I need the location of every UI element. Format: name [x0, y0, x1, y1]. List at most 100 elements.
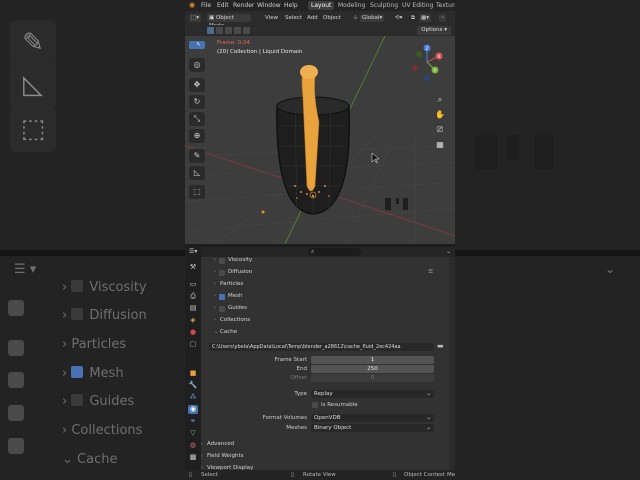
cursor-tool-icon[interactable]: ◎ [189, 58, 205, 72]
collapse-arrow-icon: › [214, 269, 216, 275]
menu-help[interactable]: Help [284, 0, 298, 11]
tab-render-icon[interactable]: ▭ [188, 280, 198, 289]
guides-checkbox[interactable] [219, 306, 225, 312]
gizmo-neg-y-axis[interactable] [416, 51, 422, 57]
tab-physics-icon[interactable]: ◉ [188, 405, 198, 414]
move-tool-icon[interactable]: ✥ [189, 78, 205, 92]
bg-view-layer-icon [8, 405, 24, 421]
blender-logo-icon[interactable]: ◉ [189, 0, 195, 11]
tab-modifiers-icon[interactable]: 🔧 [188, 381, 198, 390]
tab-object-icon[interactable]: ■ [188, 369, 198, 378]
menu-window[interactable]: Window [257, 0, 281, 11]
frame-start-field[interactable]: 1 [311, 356, 434, 364]
scale-tool-icon[interactable]: ⤡ [189, 112, 205, 126]
frame-end-field[interactable]: 250 [311, 365, 434, 373]
panel-collections[interactable]: › Collections [201, 315, 449, 326]
select-menu[interactable]: Select [283, 14, 304, 22]
panel-advanced[interactable]: › Advanced [201, 439, 449, 450]
tab-particles-icon[interactable]: ⁂ [188, 393, 198, 402]
tab-material-icon[interactable]: ◍ [188, 441, 198, 450]
select-mode-invert-icon[interactable] [234, 27, 241, 34]
select-box-tool-icon[interactable]: ↖ [189, 41, 205, 49]
add-menu[interactable]: Add [305, 14, 320, 22]
diffusion-checkbox[interactable] [219, 270, 225, 276]
tab-output-icon[interactable]: ⎙ [188, 292, 198, 301]
gizmo-neg-x-axis[interactable] [412, 65, 418, 71]
tab-layout[interactable]: Layout [308, 1, 335, 10]
object-menu[interactable]: Object [321, 14, 343, 22]
mesh-checkbox[interactable] [219, 294, 225, 300]
panel-guides[interactable]: › Guides [201, 303, 449, 314]
folder-browse-icon[interactable]: ▬ [437, 342, 444, 350]
transform-tool-icon[interactable]: ⊕ [189, 129, 205, 143]
pivot-icon[interactable]: ⟲▾ [393, 14, 404, 22]
3d-viewport[interactable]: Frame: 0.04 (20) Collection | Liquid Dom… [185, 36, 455, 244]
meshes-format-dropdown[interactable]: Binary Object ⌄ [311, 424, 434, 432]
add-cube-tool-icon[interactable]: ⬚ [189, 185, 205, 199]
proportional-edit-icon[interactable]: ◦ [439, 14, 447, 22]
mode-dropdown[interactable]: ▣ Object Mode [207, 14, 251, 29]
snap-icon[interactable]: ⧉ [409, 14, 417, 22]
select-mode-new-icon[interactable] [207, 27, 214, 34]
measure-tool-icon[interactable]: ◺ [189, 166, 205, 180]
navigation-gizmo[interactable]: X Y Z [407, 40, 447, 84]
tab-modeling[interactable]: Modeling [335, 1, 368, 10]
mouse-middle-icon: ▯ [291, 472, 295, 478]
format-volumes-dropdown[interactable]: OpenVDB ⌄ [311, 414, 434, 422]
bg-row-mesh: › Mesh [62, 366, 124, 381]
tab-sculpting[interactable]: Sculpting [367, 1, 401, 10]
cache-type-dropdown[interactable]: Replay ⌄ [311, 390, 434, 398]
properties-scrollbar[interactable] [449, 257, 455, 470]
panel-field-weights[interactable]: › Field Weights [201, 451, 449, 462]
tab-view-layer-icon[interactable]: ▤ [188, 304, 198, 313]
collapse-arrow-icon: › [201, 441, 203, 447]
view-menu[interactable]: View [263, 14, 280, 22]
is-resumable-checkbox[interactable] [312, 402, 318, 408]
transform-orientation-dropdown[interactable]: Global▾ [360, 14, 385, 22]
select-mode-subtract-icon[interactable] [225, 27, 232, 34]
tab-texture[interactable]: Texture [433, 1, 455, 10]
offset-field[interactable]: 0 [311, 374, 434, 382]
annotate-tool-icon[interactable]: ✎ [189, 149, 205, 163]
viscosity-checkbox[interactable] [219, 258, 225, 264]
tab-data-icon[interactable]: ▽ [188, 429, 198, 438]
menu-render[interactable]: Render [233, 0, 254, 11]
collapse-arrow-icon: › [214, 305, 216, 311]
gizmo-neg-z-axis[interactable] [424, 75, 430, 81]
bg-block [507, 135, 519, 160]
zoom-icon[interactable]: ⌕ [434, 94, 446, 106]
transform-orientation-icon[interactable]: ⊹ [351, 14, 360, 22]
meshes-format-label: Meshes [286, 425, 307, 431]
properties-editor-type-icon[interactable]: ☰▾ [189, 247, 197, 257]
format-volumes-label: Format Volumes [262, 415, 307, 421]
camera-view-icon[interactable]: ⎚ [434, 124, 446, 136]
panel-diffusion[interactable]: › Diffusion ☰ [201, 267, 449, 278]
menu-edit[interactable]: Edit [217, 0, 229, 11]
pan-hand-icon[interactable]: ✋ [434, 109, 446, 121]
select-mode-intersect-icon[interactable] [243, 27, 250, 34]
tab-world-icon[interactable]: ● [188, 328, 198, 337]
menu-file[interactable]: File [201, 0, 211, 11]
tab-texture-icon[interactable]: ▩ [188, 453, 198, 462]
panel-cache[interactable]: ⌄ Cache [201, 327, 449, 338]
panel-viscosity[interactable]: › Viscosity [201, 255, 449, 266]
tab-scene-icon[interactable]: ◈ [188, 316, 198, 325]
dropdown-arrow-icon: ⌄ [426, 415, 431, 421]
tab-constraints-icon[interactable]: ⚭ [188, 417, 198, 426]
rotate-tool-icon[interactable]: ↻ [189, 95, 205, 109]
bg-row-viscosity: › Viscosity [62, 280, 147, 295]
cache-directory-field[interactable]: C:\Users\ybela\AppData\Local\Temp\blende… [209, 343, 434, 351]
bg-render-icon [8, 340, 24, 356]
expand-arrow-icon: ⌄ [214, 329, 219, 335]
panel-mesh[interactable]: › Mesh [201, 291, 449, 302]
select-mode-extend-icon[interactable] [216, 27, 223, 34]
tab-tool-icon[interactable]: ⚒ [188, 263, 198, 272]
panel-particles[interactable]: › Particles [201, 279, 449, 290]
snap-dropdown[interactable]: ▦▾ [419, 14, 431, 22]
list-icon[interactable]: ☰ [428, 267, 433, 278]
perspective-grid-icon[interactable]: ▦ [434, 139, 446, 151]
tab-collection-icon[interactable]: ▢ [188, 340, 198, 349]
options-dropdown[interactable]: Options ▾ [417, 26, 451, 35]
editor-type-button[interactable]: ⬚▾ [189, 14, 201, 22]
tab-uv-editing[interactable]: UV Editing [399, 1, 436, 10]
